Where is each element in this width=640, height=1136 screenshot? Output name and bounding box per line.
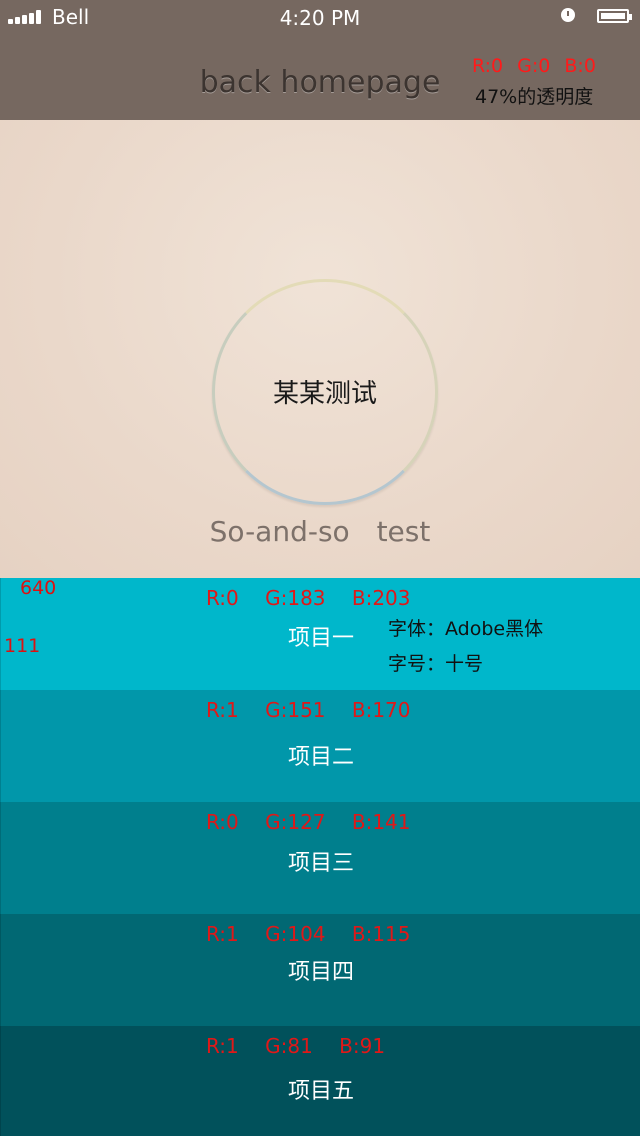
- nav-opacity-annotation: 47%的透明度: [475, 86, 594, 108]
- row-rgb-annotation: R:0 G:183 B:203: [206, 586, 411, 610]
- list-item-4[interactable]: R:1 G:104 B:115 项目四: [0, 914, 640, 1026]
- alarm-icon: [561, 8, 575, 22]
- list-item-label: 项目一: [287, 626, 354, 651]
- list-item-2[interactable]: R:1 G:151 B:170 项目二: [0, 690, 640, 802]
- list-item-label: 项目二: [287, 745, 354, 770]
- battery-icon: [597, 9, 632, 23]
- row-rgb-annotation: R:1 G:151 B:170: [206, 698, 411, 722]
- nav-header: Bell 4:20 PM back homepage R:0 G:0 B:0 4…: [0, 0, 640, 120]
- list-item-1[interactable]: R:0 G:183 B:203 项目一 640 111 字体：Adobe黑体 字…: [0, 577, 640, 690]
- list-item-label: 项目三: [287, 851, 354, 876]
- font-size-annotation: 字号：十号: [388, 653, 484, 675]
- row-rgb-annotation: R:1 G:104 B:115: [206, 922, 411, 946]
- list-item-label: 项目五: [287, 1079, 354, 1104]
- status-bar: Bell 4:20 PM: [0, 0, 640, 38]
- font-name-annotation: 字体：Adobe黑体: [388, 618, 544, 640]
- list-item-5[interactable]: R:1 G:81 B:91 项目五: [0, 1026, 640, 1136]
- hero-area: 某某测试 So-and-so test: [0, 120, 640, 578]
- nav-rgb-annotation: R:0 G:0 B:0: [472, 55, 596, 77]
- row-rgb-annotation: R:1 G:81 B:91: [206, 1034, 386, 1058]
- list-item-label: 项目四: [287, 960, 354, 985]
- clock-time: 4:20 PM: [279, 6, 361, 30]
- width-annotation: 640: [20, 577, 57, 599]
- hero-subtitle: So-and-so test: [209, 515, 431, 548]
- height-annotation: 111: [4, 635, 41, 657]
- list-item-3[interactable]: R:0 G:127 B:141 项目三: [0, 802, 640, 914]
- row-rgb-annotation: R:0 G:127 B:141: [206, 810, 411, 834]
- ring-label: 某某测试: [272, 379, 377, 409]
